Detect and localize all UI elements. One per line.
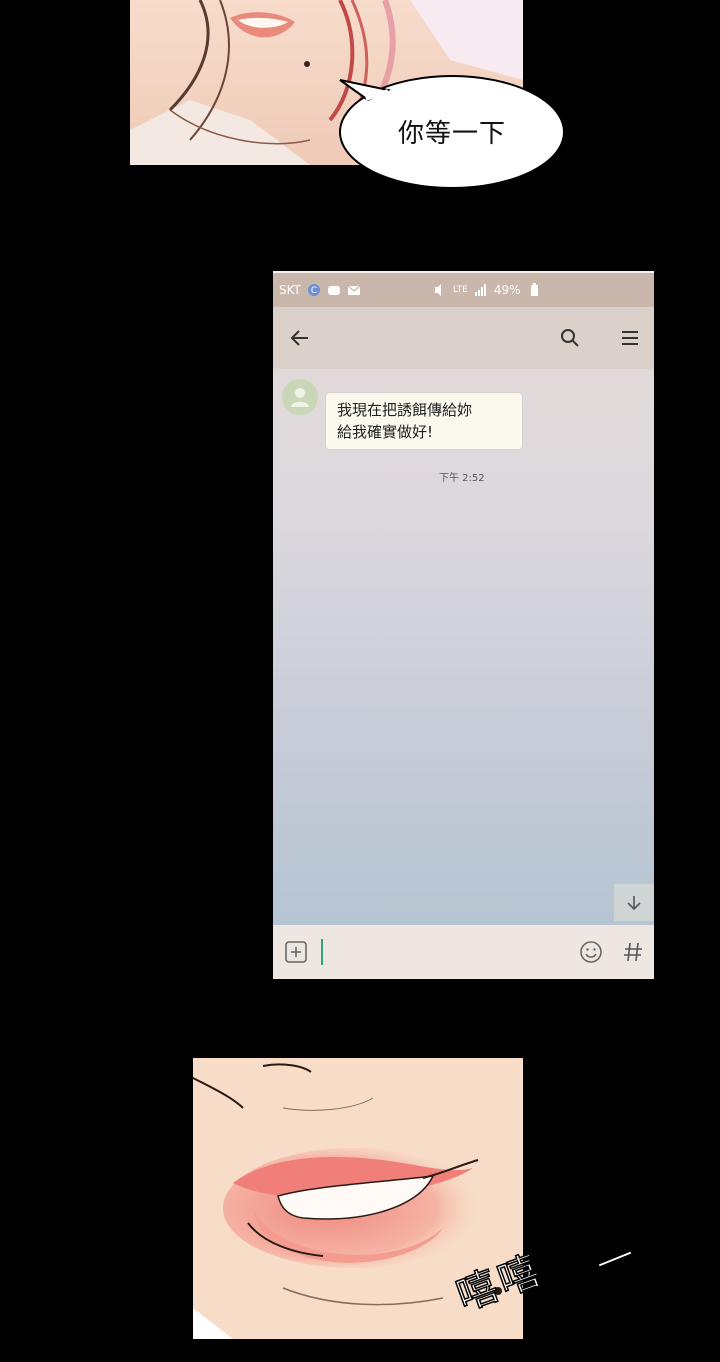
message-timestamp: 下午 2:52 bbox=[439, 473, 485, 484]
speech-text: 你等一下 bbox=[397, 118, 506, 149]
carrier-label: SKT bbox=[279, 283, 301, 297]
message-notification-icon bbox=[327, 286, 340, 295]
back-arrow-icon bbox=[290, 330, 308, 346]
svg-text:C: C bbox=[311, 286, 317, 296]
chat-message-area: 我現在把誘餌傳給妳 給我確實做好! 下午 2:52 bbox=[273, 369, 654, 925]
mail-notification-icon bbox=[347, 285, 361, 295]
app-notification-icon: C bbox=[307, 284, 320, 296]
message-line-1: 我現在把誘餌傳給妳 bbox=[337, 401, 473, 419]
emoji-button[interactable] bbox=[576, 937, 606, 967]
mute-icon bbox=[434, 284, 441, 296]
back-button[interactable] bbox=[285, 323, 315, 353]
phone-screen: SKT C LTE 49% 我現在把誘餌傳給妳 給我確實做好! 下午 2:52 bbox=[273, 271, 654, 979]
battery-percent: 49% bbox=[493, 283, 521, 297]
message-line-2: 給我確實做好! bbox=[337, 423, 434, 441]
menu-button[interactable] bbox=[615, 323, 645, 353]
chat-app-bar bbox=[273, 307, 654, 369]
hashtag-button[interactable] bbox=[618, 937, 648, 967]
search-icon bbox=[561, 329, 579, 347]
message-bubble[interactable]: 我現在把誘餌傳給妳 給我確實做好! bbox=[326, 393, 522, 449]
hashtag-icon bbox=[624, 942, 642, 962]
search-button[interactable] bbox=[555, 323, 585, 353]
signal-icon bbox=[474, 284, 486, 296]
attach-button[interactable] bbox=[281, 937, 311, 967]
message-input-bar bbox=[273, 925, 654, 979]
arrow-down-icon bbox=[627, 895, 641, 910]
smiley-icon bbox=[580, 941, 602, 963]
hamburger-menu-icon bbox=[622, 331, 638, 345]
network-label: LTE bbox=[452, 285, 468, 295]
plus-square-icon bbox=[285, 941, 307, 963]
message-input-caret[interactable] bbox=[321, 939, 323, 965]
scroll-to-bottom-button[interactable] bbox=[614, 884, 654, 921]
status-bar: SKT C LTE 49% bbox=[273, 273, 654, 307]
default-user-icon bbox=[291, 388, 309, 407]
battery-icon bbox=[530, 283, 538, 296]
avatar[interactable] bbox=[282, 379, 318, 415]
